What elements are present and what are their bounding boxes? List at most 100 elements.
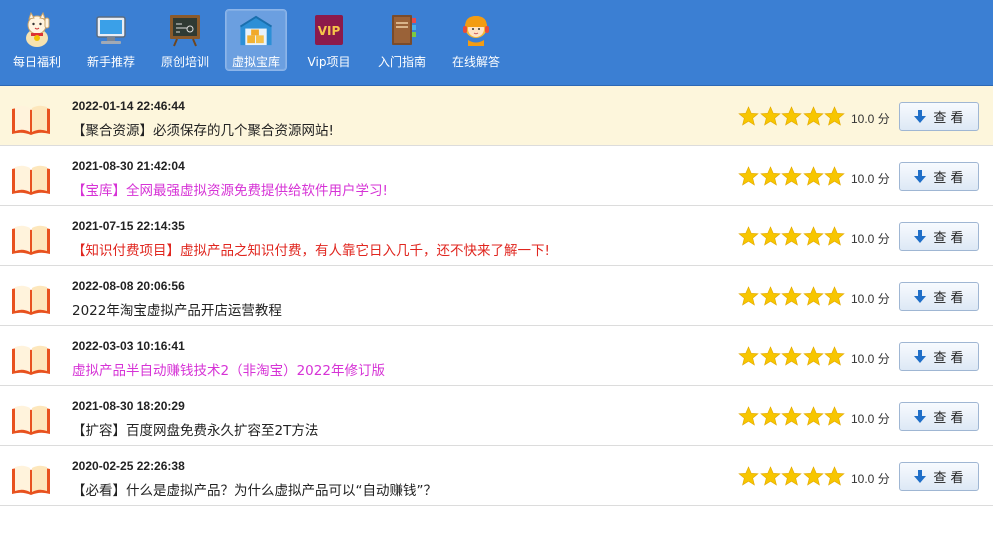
- view-button[interactable]: 查 看: [899, 282, 979, 311]
- star-icon: [802, 166, 824, 186]
- view-button[interactable]: 查 看: [899, 462, 979, 491]
- score-value: 10.0: [851, 412, 875, 426]
- list-item[interactable]: 2022-08-08 20:06:56 2022年淘宝虚拟产品开店运营教程 10…: [0, 266, 993, 326]
- view-button-label: 查 看: [933, 171, 964, 186]
- list-item[interactable]: 2021-08-30 21:42:04 【宝库】全网最强虚拟资源免费提供给软件用…: [0, 146, 993, 206]
- top-navigation-bar: 每日福利 新手推荐 原创培训 虚拟宝库 VIP Vip项目 入门指南 在线解答: [0, 0, 993, 86]
- star-icon: [759, 406, 781, 426]
- open-book-icon: [12, 165, 50, 195]
- score-value: 10.0: [851, 172, 875, 186]
- post-title[interactable]: 【扩容】百度网盘免费永久扩容至2T方法: [72, 419, 318, 439]
- view-button[interactable]: 查 看: [899, 102, 979, 131]
- score-unit: 分: [877, 412, 890, 426]
- list-item[interactable]: 2021-07-15 22:14:35 【知识付费项目】虚拟产品之知识付费，有人…: [0, 206, 993, 266]
- post-date: 2022-01-14 22:46:44: [72, 99, 185, 113]
- score-unit: 分: [877, 472, 890, 486]
- nav-label: 在线解答: [451, 55, 500, 69]
- view-button[interactable]: 查 看: [899, 402, 979, 431]
- vip-icon: VIP: [315, 15, 343, 45]
- score-value: 10.0: [851, 292, 875, 306]
- nav-item-daily-welfare[interactable]: 每日福利: [8, 9, 66, 71]
- nav-label: 原创培训: [160, 55, 209, 69]
- blackboard-icon: [170, 15, 200, 47]
- view-button-label: 查 看: [933, 291, 964, 306]
- nav-item-online-answers[interactable]: 在线解答: [447, 9, 505, 71]
- score-unit: 分: [877, 292, 890, 306]
- star-icon: [759, 106, 781, 126]
- view-button[interactable]: 查 看: [899, 162, 979, 191]
- view-button-label: 查 看: [933, 471, 964, 486]
- star-icon: [781, 346, 802, 366]
- star-icon: [824, 406, 845, 426]
- nav-item-beginner-recommend[interactable]: 新手推荐: [82, 9, 140, 71]
- view-button[interactable]: 查 看: [899, 222, 979, 251]
- open-book-icon: [12, 285, 50, 315]
- star-icon: [824, 166, 845, 186]
- rating-stars: [738, 346, 846, 367]
- star-icon: [802, 286, 824, 306]
- star-icon: [824, 286, 845, 306]
- lucky-cat-icon: [26, 12, 50, 47]
- list-item[interactable]: 2022-03-03 10:16:41 虚拟产品半自动赚钱技术2（非淘宝）202…: [0, 326, 993, 386]
- nav-label: 新手推荐: [86, 55, 135, 69]
- star-icon: [824, 226, 845, 246]
- star-icon: [759, 226, 781, 246]
- nav-item-getting-started[interactable]: 入门指南: [373, 9, 431, 71]
- warehouse-icon: [239, 15, 273, 46]
- star-icon: [802, 466, 824, 486]
- open-book-icon: [12, 345, 50, 375]
- list-item[interactable]: 2022-01-14 22:46:44 【聚合资源】必须保存的几个聚合资源网站!…: [0, 86, 993, 146]
- star-icon: [738, 406, 759, 426]
- score-unit: 分: [877, 172, 890, 186]
- view-button-label: 查 看: [933, 111, 964, 126]
- score-text: 10.0 分: [851, 470, 890, 487]
- star-icon: [824, 346, 845, 366]
- nav-item-original-training[interactable]: 原创培训: [156, 9, 214, 71]
- list-item[interactable]: 2021-08-30 18:20:29 【扩容】百度网盘免费永久扩容至2T方法 …: [0, 386, 993, 446]
- post-date: 2021-08-30 18:20:29: [72, 399, 185, 413]
- download-arrow-icon: [914, 229, 927, 243]
- resource-list: 2022-01-14 22:46:44 【聚合资源】必须保存的几个聚合资源网站!…: [0, 86, 993, 506]
- download-arrow-icon: [914, 349, 927, 363]
- post-title[interactable]: 虚拟产品半自动赚钱技术2（非淘宝）2022年修订版: [72, 359, 385, 379]
- post-title[interactable]: 【宝库】全网最强虚拟资源免费提供给软件用户学习!: [72, 179, 388, 199]
- view-button-label: 查 看: [933, 411, 964, 426]
- star-icon: [759, 466, 781, 486]
- computer-icon: [96, 16, 126, 44]
- star-icon: [759, 346, 781, 366]
- post-date: 2022-08-08 20:06:56: [72, 279, 185, 293]
- nav-item-virtual-treasury[interactable]: 虚拟宝库: [225, 9, 287, 71]
- score-text: 10.0 分: [851, 170, 890, 187]
- score-unit: 分: [877, 232, 890, 246]
- star-icon: [738, 286, 759, 306]
- post-title[interactable]: 【知识付费项目】虚拟产品之知识付费，有人靠它日入几千，还不快来了解一下!: [72, 239, 550, 259]
- rating-stars: [738, 286, 846, 307]
- download-arrow-icon: [914, 169, 927, 183]
- post-title[interactable]: 【聚合资源】必须保存的几个聚合资源网站!: [72, 119, 334, 139]
- open-book-icon: [12, 405, 50, 435]
- rating-stars: [738, 466, 846, 487]
- score-value: 10.0: [851, 472, 875, 486]
- post-date: 2020-02-25 22:26:38: [72, 459, 185, 473]
- star-icon: [781, 406, 802, 426]
- nav-label: 每日福利: [12, 55, 61, 69]
- rating-stars: [738, 226, 846, 247]
- rating-stars: [738, 406, 846, 427]
- score-value: 10.0: [851, 352, 875, 366]
- star-icon: [781, 226, 802, 246]
- star-icon: [738, 226, 759, 246]
- nav-label: 入门指南: [377, 55, 426, 69]
- nav-item-vip-project[interactable]: VIP Vip项目: [300, 9, 358, 71]
- star-icon: [802, 406, 824, 426]
- score-text: 10.0 分: [851, 290, 890, 307]
- star-icon: [781, 466, 802, 486]
- post-date: 2021-07-15 22:14:35: [72, 219, 185, 233]
- post-title[interactable]: 【必看】什么是虚拟产品？为什么虚拟产品可以“自动赚钱”？: [72, 479, 437, 499]
- post-title[interactable]: 2022年淘宝虚拟产品开店运营教程: [72, 299, 282, 319]
- star-icon: [824, 106, 845, 126]
- star-icon: [738, 346, 759, 366]
- list-item[interactable]: 2020-02-25 22:26:38 【必看】什么是虚拟产品？为什么虚拟产品可…: [0, 446, 993, 506]
- post-date: 2021-08-30 21:42:04: [72, 159, 185, 173]
- view-button[interactable]: 查 看: [899, 342, 979, 371]
- score-text: 10.0 分: [851, 350, 890, 367]
